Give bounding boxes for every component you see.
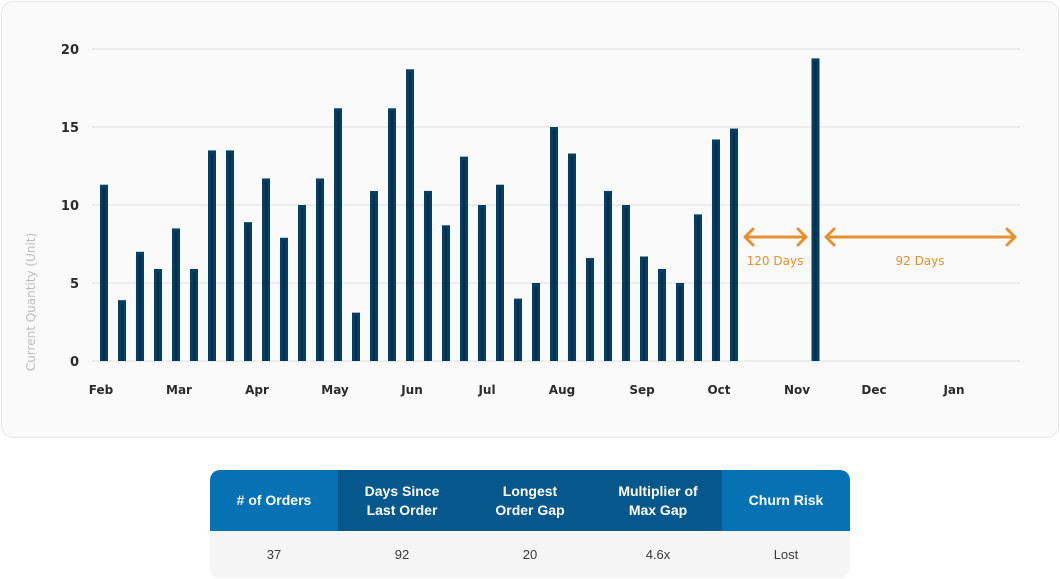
bar: [568, 153, 576, 361]
bar: [118, 300, 126, 361]
bar: [172, 228, 180, 361]
bar: [424, 190, 432, 361]
bar: [550, 127, 558, 361]
bar: [730, 128, 738, 361]
annotations: 120 Days 92 Days: [743, 227, 1017, 268]
bar: [100, 184, 108, 361]
value-multiplier-max-gap: 4.6x: [594, 531, 722, 578]
header-days-since-last-order: Days Since Last Order: [338, 470, 466, 531]
x-tick-label: Sep: [629, 383, 655, 397]
bar: [586, 258, 594, 361]
bar: [154, 268, 162, 361]
bar: [496, 184, 504, 361]
value-churn-risk: Lost: [722, 531, 850, 578]
gap-arrow-120-days: [743, 227, 808, 247]
value-longest-order-gap: 20: [466, 531, 594, 578]
x-tick-label: Jul: [477, 383, 495, 397]
bars: [100, 58, 820, 362]
x-tick-label: Jun: [400, 383, 423, 397]
bar: [244, 222, 252, 361]
bar: [514, 298, 522, 361]
value-days-since-last-order: 92: [338, 531, 466, 578]
bar: [658, 268, 666, 361]
x-tick-label: Feb: [89, 383, 114, 397]
bar: [640, 256, 648, 361]
bar: [622, 205, 630, 361]
bar: [226, 150, 234, 361]
bar: [280, 237, 288, 361]
x-tick-label: Oct: [707, 383, 730, 397]
x-tick-label: Aug: [549, 383, 575, 397]
header-multiplier-max-gap: Multiplier of Max Gap: [594, 470, 722, 531]
bar: [190, 268, 198, 361]
y-tick-label: 10: [61, 199, 79, 214]
y-tick-label: 15: [61, 121, 79, 136]
gap-label-120-days: 120 Days: [747, 254, 804, 268]
x-tick-label: Dec: [861, 383, 886, 397]
x-tick-label: May: [321, 383, 349, 397]
x-axis-ticks: Feb Mar Apr May Jun Jul Aug Sep Oct Nov Dec Jan: [89, 383, 965, 397]
x-tick-label: Apr: [245, 383, 269, 397]
bar: [370, 190, 378, 361]
x-tick-label: Jan: [942, 383, 964, 397]
bar: [460, 156, 468, 361]
value-num-orders: 37: [210, 531, 338, 578]
bar: [388, 108, 396, 361]
bar: [352, 312, 360, 361]
bar: [262, 178, 270, 361]
bar-chart: 0 5 10 15 20 Current Quantity (Unit) Feb Mar A…: [24, 43, 1020, 397]
summary-table: # of Orders Days Since Last Order Longes…: [210, 470, 850, 578]
bar: [208, 150, 216, 361]
bar: [811, 58, 820, 362]
bar: [604, 190, 612, 361]
bar: [694, 214, 702, 361]
bar: [676, 283, 684, 361]
header-churn-risk: Churn Risk: [722, 470, 850, 531]
gap-arrow-92-days: [824, 227, 1017, 247]
bar: [442, 225, 450, 361]
y-axis-label: Current Quantity (Unit): [24, 233, 38, 371]
bar: [136, 251, 144, 361]
gap-label-92-days: 92 Days: [895, 254, 944, 268]
bar: [712, 139, 720, 361]
bar: [298, 205, 306, 361]
bar: [406, 69, 414, 361]
header-longest-order-gap: Longest Order Gap: [466, 470, 594, 531]
bar: [478, 205, 486, 361]
y-axis-ticks: 0 5 10 15 20: [61, 43, 79, 370]
header-num-orders: # of Orders: [210, 470, 338, 531]
y-tick-label: 0: [70, 355, 79, 370]
y-tick-label: 20: [61, 43, 79, 58]
bar: [532, 283, 540, 361]
y-tick-label: 5: [70, 277, 79, 292]
x-tick-label: Mar: [166, 383, 192, 397]
bar: [334, 108, 342, 361]
x-tick-label: Nov: [784, 383, 810, 397]
bar: [316, 178, 324, 361]
